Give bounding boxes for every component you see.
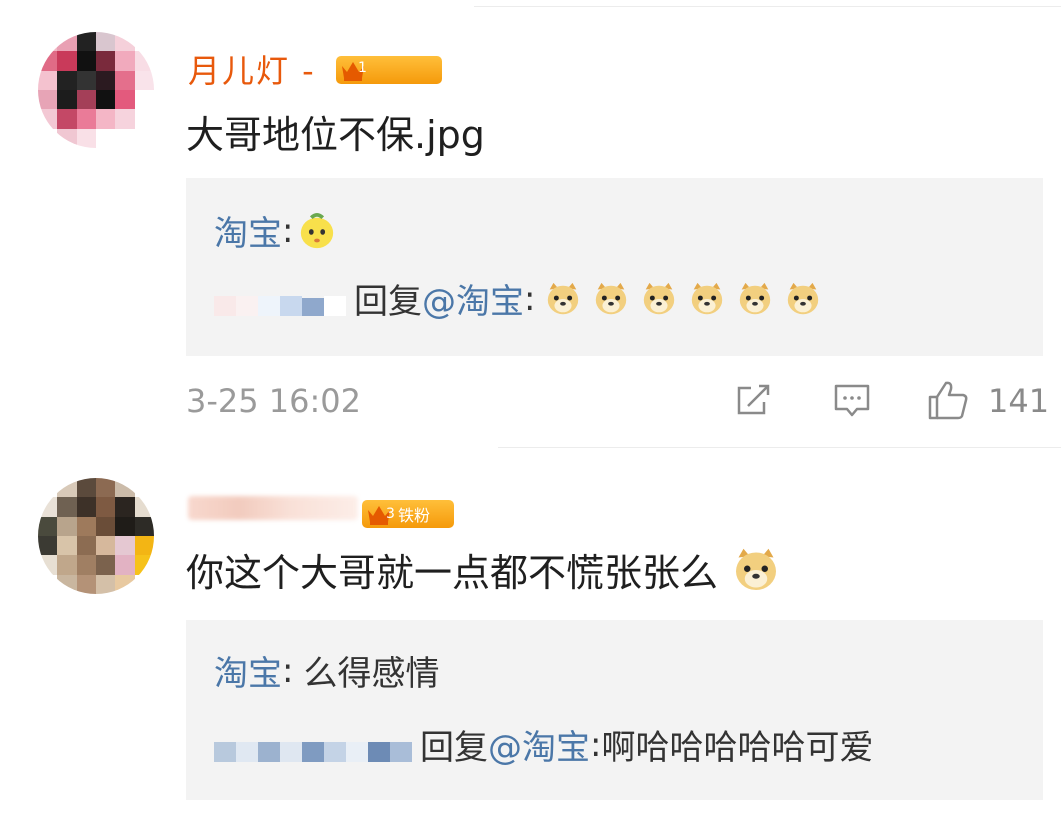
reply-author[interactable]: 淘宝: [214, 206, 282, 255]
doge-emoji-group: [539, 280, 827, 318]
fan-badge-label: 铁粉: [398, 506, 431, 525]
fan-badge[interactable]: 3 铁粉: [362, 500, 454, 528]
reply-sep: :: [282, 650, 294, 691]
blurred-username[interactable]: [188, 496, 358, 520]
doge-icon: [644, 282, 675, 314]
reply-text: 啊哈哈哈哈哈可爱: [601, 728, 874, 768]
comment-icon[interactable]: [832, 380, 872, 420]
blurred-username: [214, 282, 346, 316]
doge-icon: [692, 282, 723, 314]
doge-icon: [788, 282, 819, 314]
comment-timestamp: 3-25 16:02: [186, 382, 362, 420]
comment-content: 你这个大哥就一点都不慌张张么: [186, 551, 719, 595]
comment-text: 大哥地位不保.jpg: [186, 104, 485, 159]
like-icon[interactable]: [926, 378, 970, 422]
username[interactable]: 月儿灯 -: [188, 46, 316, 92]
reply-preview-box[interactable]: 淘宝 : 么得感情 回复 @淘宝 : 啊哈哈哈哈哈可爱: [186, 620, 1043, 800]
doge-icon: [596, 282, 627, 314]
blurred-username: [214, 728, 412, 762]
reply-line: 淘宝 : 么得感情: [214, 646, 439, 695]
comment-divider: [498, 447, 1061, 448]
reply-line: 回复 @淘宝 : 啊哈哈哈哈哈可爱: [214, 720, 873, 769]
fan-badge-level: 1: [358, 60, 367, 76]
doge-icon: [548, 282, 579, 314]
reply-line: 淘宝 :: [214, 206, 341, 255]
reply-word: 回复: [354, 282, 422, 322]
reply-text: 么得感情: [303, 654, 440, 694]
top-divider: [474, 6, 1061, 7]
reply-word: 回复: [420, 728, 488, 768]
reply-preview-box[interactable]: 淘宝 : 回复 @淘宝 :: [186, 178, 1043, 356]
avatar[interactable]: [38, 32, 154, 148]
comment-content: 大哥地位不保.jpg: [186, 113, 485, 157]
reply-sep: :: [590, 724, 602, 765]
doge-icon: [736, 548, 777, 590]
reply-line: 回复 @淘宝 :: [214, 274, 827, 323]
doge-icon: [740, 282, 771, 314]
comment-text: 你这个大哥就一点都不慌张张么: [186, 542, 786, 597]
share-icon[interactable]: [734, 380, 774, 420]
melon-face-icon: [301, 212, 334, 248]
comment-meta-bar: 3-25 16:02 141: [186, 378, 1050, 424]
reply-sep: :: [282, 210, 294, 251]
reply-sep: :: [524, 278, 536, 319]
reply-mention[interactable]: @淘宝: [422, 274, 524, 323]
fan-badge[interactable]: 1: [336, 56, 442, 84]
reply-author[interactable]: 淘宝: [214, 646, 282, 695]
like-count: 141: [988, 382, 1050, 420]
avatar[interactable]: [38, 478, 154, 594]
reply-mention[interactable]: @淘宝: [488, 720, 590, 769]
fan-badge-level: 3: [386, 506, 395, 522]
